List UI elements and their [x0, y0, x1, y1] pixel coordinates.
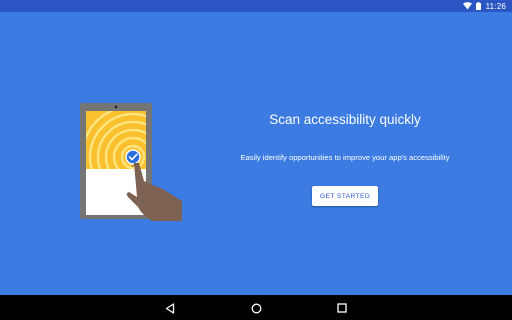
get-started-button[interactable]: GET STARTED [312, 186, 378, 206]
page-subtitle: Easily identify opportunities to improve… [240, 153, 450, 162]
status-clock: 11:26 [485, 1, 506, 11]
page-title: Scan accessibility quickly [269, 112, 421, 127]
navigation-bar [0, 295, 512, 320]
back-icon[interactable] [160, 299, 180, 317]
tablet-scan-illustration [80, 103, 182, 221]
wifi-icon [462, 2, 472, 10]
onboarding-content: Scan accessibility quickly Easily identi… [0, 12, 512, 295]
battery-icon [475, 2, 481, 10]
home-icon[interactable] [246, 299, 266, 317]
recents-icon[interactable] [332, 299, 352, 317]
status-bar: 11:26 [0, 0, 512, 12]
app-screen: 11:26 Scan accessibility quickly Easily … [0, 0, 512, 320]
